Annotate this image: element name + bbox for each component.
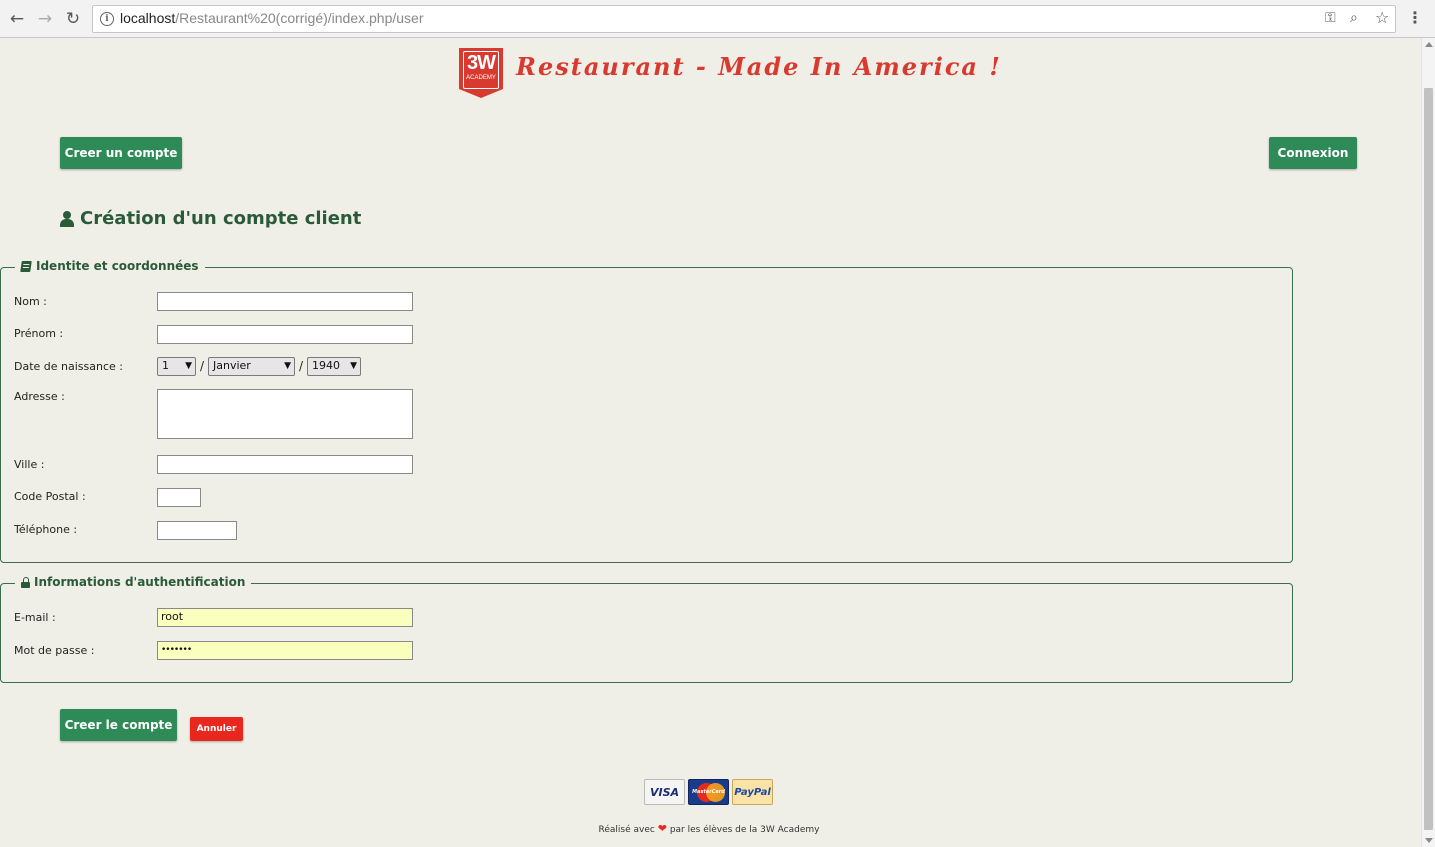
page-title: Création d'un compte client [60, 208, 361, 229]
footer-text-before: Réalisé avec [598, 825, 655, 835]
page-content: 3W ACADEMY Restaurant - Made In America … [0, 38, 1421, 847]
scroll-up-icon[interactable] [1425, 42, 1433, 47]
url-host: localhost [120, 10, 176, 26]
auth-legend-text: Informations d'authentification [34, 575, 246, 589]
key-icon[interactable]: ⚿ [1325, 10, 1336, 26]
birthdate-label: Date de naissance : [14, 360, 123, 373]
date-separator: / [200, 359, 205, 373]
mastercard-text: MasterCard [692, 789, 725, 795]
scrollbar-thumb[interactable] [1424, 88, 1433, 830]
reload-icon[interactable]: ↻ [62, 8, 84, 30]
logo[interactable]: 3W ACADEMY [459, 48, 503, 98]
mastercard-icon: MasterCard [688, 779, 729, 805]
forward-icon[interactable]: → [34, 8, 56, 30]
adresse-textarea[interactable] [157, 389, 413, 439]
browser-toolbar: ← → ↻ i localhost/Restaurant%20(corrigé)… [0, 0, 1435, 38]
back-icon[interactable]: ← [6, 8, 28, 30]
scroll-down-icon[interactable] [1425, 838, 1433, 843]
payment-methods: VISA MasterCard PayPal [644, 779, 773, 805]
email-input[interactable]: root [157, 608, 413, 627]
logo-text: 3W [467, 52, 496, 74]
adresse-label: Adresse : [14, 390, 65, 403]
login-button[interactable]: Connexion [1269, 137, 1357, 169]
identity-legend-text: Identite et coordonnées [36, 259, 199, 273]
code-postal-label: Code Postal : [14, 490, 86, 503]
create-account-button[interactable]: Creer un compte [60, 137, 182, 169]
prenom-label: Prénom : [14, 327, 64, 340]
birth-year-select[interactable]: 1940 ▼ [307, 357, 361, 376]
book-icon [20, 260, 32, 272]
scrollbar[interactable] [1421, 38, 1435, 847]
password-label: Mot de passe : [14, 644, 95, 657]
page-title-text: Création d'un compte client [80, 208, 362, 229]
address-bar[interactable]: i localhost/Restaurant%20(corrigé)/index… [92, 5, 1396, 33]
telephone-input[interactable] [157, 521, 237, 540]
star-icon[interactable]: ☆ [1375, 8, 1389, 27]
nom-input[interactable] [157, 292, 413, 311]
code-postal-input[interactable] [157, 488, 201, 507]
url-text[interactable]: localhost/Restaurant%20(corrigé)/index.p… [120, 10, 424, 26]
identity-legend: Identite et coordonnées [15, 259, 205, 273]
heart-icon: ❤ [657, 822, 667, 835]
birth-day-value: 1 [162, 359, 169, 372]
auth-fieldset: Informations d'authentification E-mail :… [0, 575, 1293, 683]
date-separator: / [299, 359, 304, 373]
visa-card-icon: VISA [644, 779, 685, 805]
cancel-button[interactable]: Annuler [190, 717, 243, 741]
chevron-down-icon: ▼ [350, 361, 357, 371]
chevron-down-icon: ▼ [185, 361, 192, 371]
ville-label: Ville : [14, 458, 45, 471]
site-title: Restaurant - Made In America ! [516, 52, 1002, 81]
lock-icon [21, 576, 30, 588]
identity-fieldset: Identite et coordonnées Nom : Prénom : D… [0, 259, 1293, 563]
email-label: E-mail : [14, 611, 56, 624]
footer-text-after: par les élèves de la 3W Academy [669, 825, 820, 835]
menu-icon[interactable]: ⋮ [1407, 8, 1423, 27]
submit-create-account-button[interactable]: Creer le compte [60, 709, 177, 741]
birth-month-value: Janvier [213, 359, 251, 372]
logo-inner: 3W ACADEMY [463, 51, 499, 89]
logo-subtext: ACADEMY [466, 75, 496, 81]
telephone-label: Téléphone : [14, 523, 78, 536]
user-icon [60, 210, 74, 227]
zoom-icon[interactable]: ⌕ [1350, 10, 1358, 26]
nom-label: Nom : [14, 295, 47, 308]
birth-day-select[interactable]: 1 ▼ [157, 357, 196, 376]
prenom-input[interactable] [157, 325, 413, 344]
chevron-down-icon: ▼ [284, 361, 291, 371]
url-path: /Restaurant%20(corrigé)/index.php/user [175, 10, 424, 26]
password-input[interactable]: ••••••• [157, 641, 413, 660]
birth-month-select[interactable]: Janvier ▼ [208, 357, 295, 376]
paypal-icon: PayPal [732, 779, 773, 805]
footer: Réalisé avec ❤ par les élèves de la 3W A… [0, 822, 1418, 835]
birth-year-value: 1940 [312, 359, 340, 372]
info-icon[interactable]: i [100, 12, 114, 26]
auth-legend: Informations d'authentification [15, 575, 252, 589]
ville-input[interactable] [157, 455, 413, 474]
